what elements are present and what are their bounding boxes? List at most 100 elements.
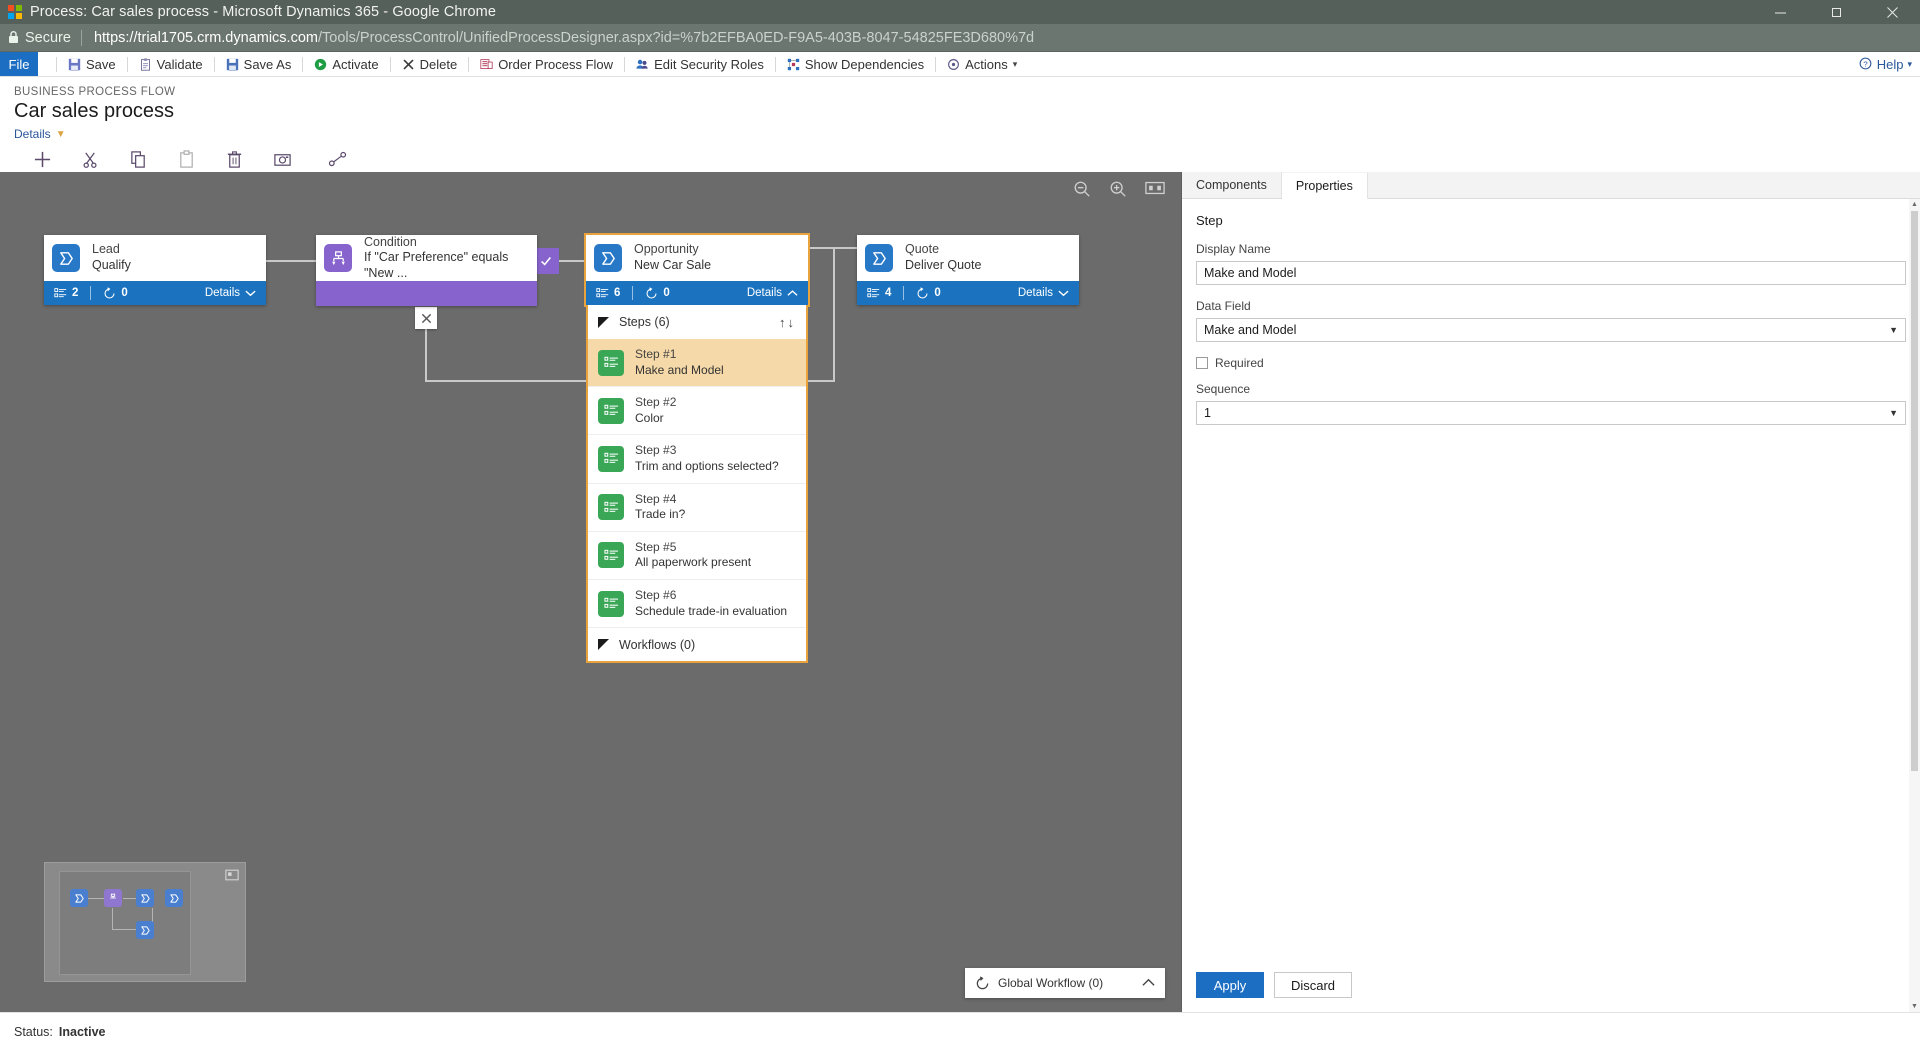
stage-quote[interactable]: Quote Deliver Quote 4 0 Details — [857, 235, 1079, 305]
maximize-icon[interactable] — [1808, 0, 1864, 24]
stage-details-label: Details — [1017, 287, 1053, 299]
sequence-select[interactable]: 1 ▼ — [1196, 401, 1906, 425]
order-process-flow-label: Order Process Flow — [498, 56, 614, 72]
step-item-text: Step #1 Make and Model — [635, 347, 724, 378]
discard-button[interactable]: Discard — [1274, 972, 1352, 998]
condition-false-branch-icon[interactable] — [415, 307, 437, 329]
global-workflow-bar[interactable]: Global Workflow (0) — [965, 968, 1165, 998]
step-number: Step #5 — [635, 539, 677, 554]
footer-divider — [632, 286, 634, 300]
stage-lead[interactable]: Lead Qualify 2 0 Details — [44, 235, 266, 305]
stage-details-toggle[interactable]: Details — [747, 287, 798, 299]
zoom-in-icon[interactable] — [1109, 180, 1127, 203]
properties-section-title: Step — [1196, 213, 1223, 228]
actions-menu-button[interactable]: Actions ▾ — [940, 57, 1024, 72]
order-process-flow-icon — [480, 58, 493, 71]
step-item-5[interactable]: Step #5 All paperwork present — [588, 530, 806, 579]
step-item-1[interactable]: Step #1 Make and Model — [588, 339, 806, 387]
move-up-icon[interactable]: ↑ — [779, 315, 788, 330]
scroll-up-icon[interactable]: ▲ — [1909, 199, 1920, 210]
stage-icon — [865, 244, 893, 272]
stage-steps-count: 6 — [614, 287, 621, 299]
browser-title-bar: Process: Car sales process - Microsoft D… — [0, 0, 1920, 24]
data-field-label: Data Field — [1196, 299, 1251, 313]
expand-minimap-icon[interactable] — [225, 868, 239, 886]
save-button[interactable]: Save — [61, 57, 123, 72]
chevron-up-icon[interactable] — [1142, 976, 1155, 990]
required-checkbox[interactable] — [1196, 357, 1208, 369]
step-item-6[interactable]: Step #6 Schedule trade-in evaluation — [588, 578, 806, 627]
details-toggle[interactable]: Details ▼ — [14, 127, 66, 141]
workflow-icon — [646, 286, 657, 298]
validate-button[interactable]: Validate — [132, 57, 210, 72]
canvas-zoom-tools — [1073, 180, 1165, 203]
zoom-out-icon[interactable] — [1073, 180, 1091, 203]
delete-button[interactable]: Delete — [395, 57, 465, 72]
stage-condition-footer — [316, 281, 537, 306]
minimap[interactable] — [44, 862, 246, 982]
status-label: Status: — [14, 1024, 53, 1039]
step-number: Step #6 — [635, 587, 677, 602]
stage-workflows-count: 0 — [934, 287, 941, 299]
display-name-input[interactable]: Make and Model — [1196, 261, 1906, 285]
tab-properties[interactable]: Properties — [1281, 173, 1368, 199]
stage-condition-header: Condition If "Car Preference" equals "Ne… — [316, 235, 537, 281]
workflows-section-header[interactable]: Workflows (0) — [588, 627, 806, 661]
stage-opportunity-header: Opportunity New Car Sale — [586, 235, 808, 281]
edit-security-roles-label: Edit Security Roles — [654, 56, 764, 72]
help-button[interactable]: ? Help ▾ — [1859, 52, 1912, 77]
save-as-button[interactable]: Save As — [219, 57, 299, 72]
page-title: Car sales process — [14, 100, 175, 122]
stage-subtitle: If "Car Preference" equals "New ... — [364, 250, 509, 280]
minimap-viewport[interactable] — [59, 871, 191, 975]
step-icon — [598, 542, 624, 569]
workflow-icon — [917, 286, 928, 298]
steps-header-label: Steps (6) — [619, 315, 670, 329]
data-field-select[interactable]: Make and Model ▼ — [1196, 318, 1906, 342]
stage-quote-text: Quote Deliver Quote — [905, 242, 981, 273]
step-icon — [598, 349, 624, 376]
collapse-triangle-icon — [598, 316, 609, 328]
properties-scrollbar[interactable]: ▲ ▼ — [1909, 199, 1920, 1012]
steps-section-header[interactable]: Steps (6) ↑↓ — [588, 305, 806, 339]
close-icon[interactable] — [1864, 0, 1920, 24]
minimap-connector — [88, 898, 104, 899]
step-icon — [598, 590, 624, 617]
edit-security-roles-button[interactable]: Edit Security Roles — [629, 57, 771, 72]
stage-subtitle: New Car Sale — [634, 258, 712, 272]
stage-details-toggle[interactable]: Details — [205, 287, 256, 299]
scroll-down-icon[interactable]: ▼ — [1909, 1001, 1920, 1012]
stage-details-toggle[interactable]: Details — [1018, 287, 1069, 299]
browser-address-bar[interactable]: Secure https://trial1705.crm.dynamics.co… — [0, 24, 1920, 52]
chevron-down-icon — [245, 290, 256, 297]
details-label: Details — [14, 127, 51, 141]
save-label: Save — [86, 56, 116, 72]
move-down-icon[interactable]: ↓ — [788, 315, 797, 330]
file-menu-button[interactable]: File — [0, 52, 38, 76]
stage-icon — [594, 244, 622, 272]
order-process-flow-button[interactable]: Order Process Flow — [473, 57, 620, 72]
step-item-2[interactable]: Step #2 Color — [588, 386, 806, 434]
steps-reorder-controls[interactable]: ↑↓ — [779, 315, 796, 330]
fit-to-screen-icon[interactable] — [1145, 180, 1165, 203]
status-bar: Status: Inactive — [0, 1012, 1920, 1050]
sequence-label: Sequence — [1196, 382, 1251, 396]
minimize-icon[interactable] — [1752, 0, 1808, 24]
show-dependencies-label: Show Dependencies — [804, 56, 925, 72]
required-checkbox-row[interactable]: Required — [1196, 356, 1906, 370]
tab-components[interactable]: Components — [1182, 172, 1282, 198]
show-dependencies-button[interactable]: Show Dependencies — [780, 57, 931, 72]
step-item-3[interactable]: Step #3 Trim and options selected? — [588, 434, 806, 482]
scrollbar-thumb[interactable] — [1911, 211, 1918, 771]
activate-button[interactable]: Activate — [307, 57, 385, 72]
apply-button[interactable]: Apply — [1196, 972, 1264, 998]
step-description: Trim and options selected? — [635, 458, 779, 473]
workflows-header-label: Workflows (0) — [619, 637, 696, 652]
stage-lead-text: Lead Qualify — [92, 242, 131, 273]
stage-condition[interactable]: Condition If "Car Preference" equals "Ne… — [316, 235, 537, 306]
minimap-connector — [112, 908, 113, 930]
process-designer-canvas[interactable]: Lead Qualify 2 0 Details Condition If "C… — [0, 172, 1182, 1012]
stage-opportunity[interactable]: Opportunity New Car Sale 6 0 Details — [584, 233, 810, 307]
step-item-4[interactable]: Step #4 Trade in? — [588, 482, 806, 531]
stage-workflows-metric: 0 — [916, 286, 941, 300]
